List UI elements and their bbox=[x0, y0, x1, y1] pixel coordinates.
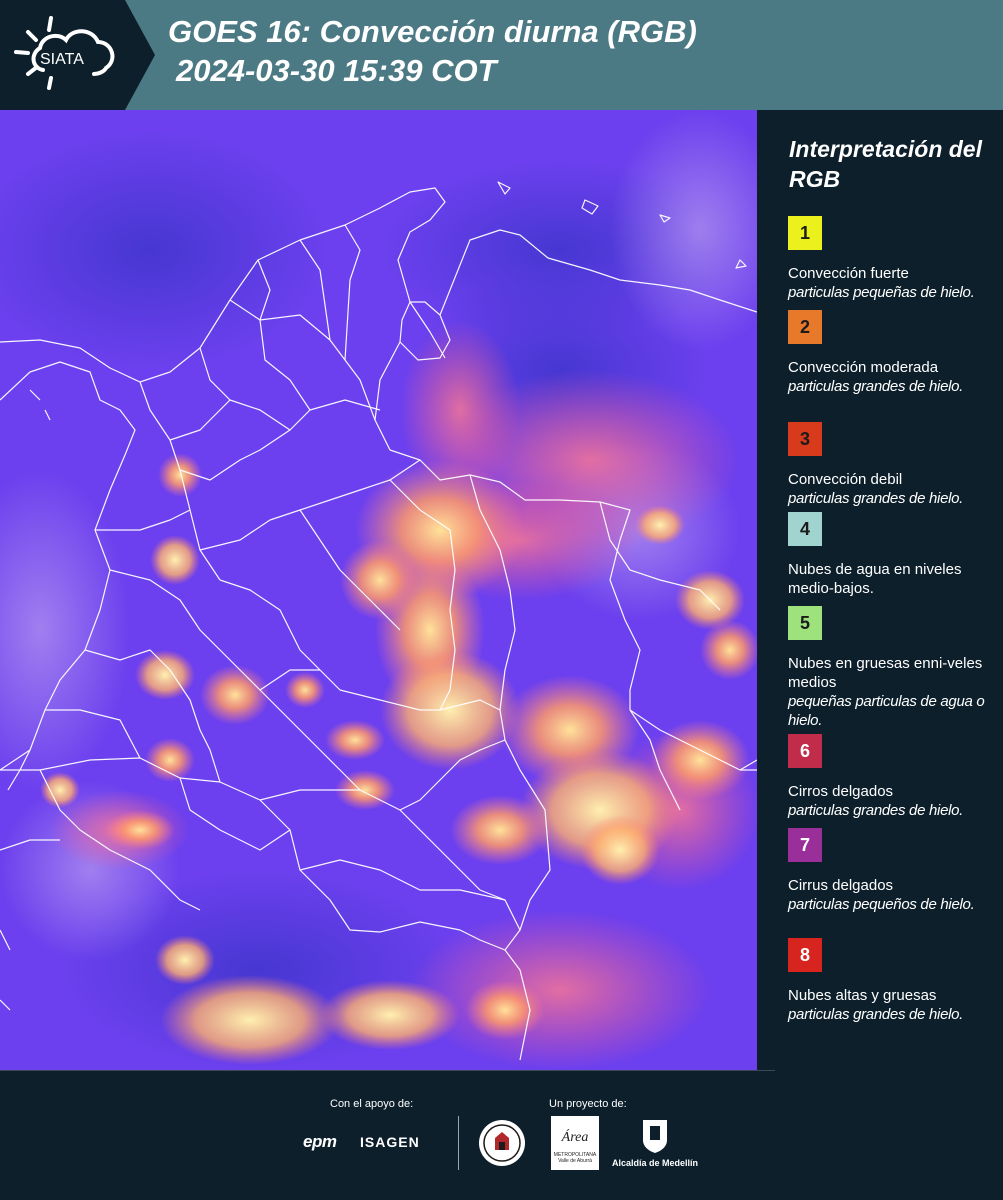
legend-swatch: 4 bbox=[788, 512, 822, 546]
timestamp: 2024-03-30 15:39 COT bbox=[176, 53, 497, 88]
legend-item-label: Nubes en gruesas enni-veles medios bbox=[788, 655, 983, 691]
header-bar: SIATA GOES 16: Convección diurna (RGB) 2… bbox=[0, 0, 1003, 110]
legend-swatch: 5 bbox=[788, 606, 822, 640]
legend-item-label: Convección moderada bbox=[788, 359, 939, 376]
legend-item-label: Nubes de agua en niveles medio-bajos. bbox=[788, 561, 962, 597]
legend-item-sub: particulas pequeños de hielo. bbox=[788, 896, 975, 913]
legend-item-label: Cirros delgados bbox=[788, 783, 894, 800]
area-logo-sub: METROPOLITANA Valle de Aburrá bbox=[553, 1152, 597, 1164]
legend-item-3: 3 Convección debil particulas grandes de… bbox=[788, 422, 998, 508]
alcaldia-label: Alcaldía de Medellín bbox=[612, 1158, 699, 1168]
svg-text:SIATA: SIATA bbox=[40, 51, 84, 68]
legend-item-sub: particulas grandes de hielo. bbox=[788, 378, 964, 395]
legend-item-8: 8 Nubes altas y gruesas particulas grand… bbox=[788, 938, 998, 1024]
legend-swatch: 1 bbox=[788, 216, 822, 250]
legend-item-6: 6 Cirros delgados particulas grandes de … bbox=[788, 734, 998, 820]
legend-item-2: 2 Convección moderada particulas grandes… bbox=[788, 310, 998, 396]
legend-panel: Interpretación del RGB 1 Convección fuer… bbox=[760, 110, 1003, 1070]
legend-item-5: 5 Nubes en gruesas enni-veles medios peq… bbox=[788, 606, 998, 730]
legend-item-label: Convección fuerte bbox=[788, 265, 909, 282]
legend-item-label: Cirrus delgados bbox=[788, 877, 894, 894]
support-label: Con el apoyo de: bbox=[330, 1098, 414, 1110]
isagen-logo[interactable]: ISAGEN bbox=[360, 1134, 420, 1150]
legend-item-sub: pequeñas particulas de agua o hielo. bbox=[788, 693, 985, 729]
legend-swatch: 6 bbox=[788, 734, 822, 768]
legend-title: Interpretación del RGB bbox=[789, 136, 982, 192]
project-label: Un proyecto de: bbox=[549, 1098, 627, 1110]
legend-item-sub: particulas pequeñas de hielo. bbox=[788, 284, 975, 301]
legend-swatch: 8 bbox=[788, 938, 822, 972]
footer-divider bbox=[0, 1070, 775, 1071]
legend-swatch: 7 bbox=[788, 828, 822, 862]
footer-separator bbox=[458, 1116, 459, 1170]
page-title: GOES 16: Convección diurna (RGB) bbox=[168, 14, 697, 49]
legend-item-7: 7 Cirrus delgados particulas pequeños de… bbox=[788, 828, 998, 914]
epm-logo[interactable]: epm bbox=[303, 1132, 337, 1152]
legend-swatch: 2 bbox=[788, 310, 822, 344]
legend-item-sub: particulas grandes de hielo. bbox=[788, 490, 964, 507]
area-metropolitana-logo[interactable]: Área METROPOLITANA Valle de Aburrá bbox=[551, 1116, 599, 1170]
siata-sun-cloud-icon: SIATA bbox=[14, 16, 115, 90]
seal-icon[interactable] bbox=[477, 1118, 527, 1168]
legend-item-label: Nubes altas y gruesas bbox=[788, 987, 937, 1004]
legend-item-sub: particulas grandes de hielo. bbox=[788, 802, 964, 819]
area-logo-text: Área bbox=[561, 1130, 589, 1145]
rgb-composite-image bbox=[0, 110, 757, 1070]
legend-swatch: 3 bbox=[788, 422, 822, 456]
legend-item-label: Convección debil bbox=[788, 471, 903, 488]
footer: Con el apoyo de: Un proyecto de: epm ISA… bbox=[0, 1070, 1003, 1200]
alcaldia-shield-icon[interactable] bbox=[640, 1116, 670, 1154]
legend-item-sub: particulas grandes de hielo. bbox=[788, 1006, 964, 1023]
legend-item-4: 4 Nubes de agua en niveles medio-bajos. bbox=[788, 512, 998, 598]
siata-logo[interactable]: SIATA bbox=[0, 0, 155, 110]
legend-item-1: 1 Convección fuerte particulas pequeñas … bbox=[788, 216, 998, 302]
satellite-map[interactable] bbox=[0, 110, 757, 1070]
